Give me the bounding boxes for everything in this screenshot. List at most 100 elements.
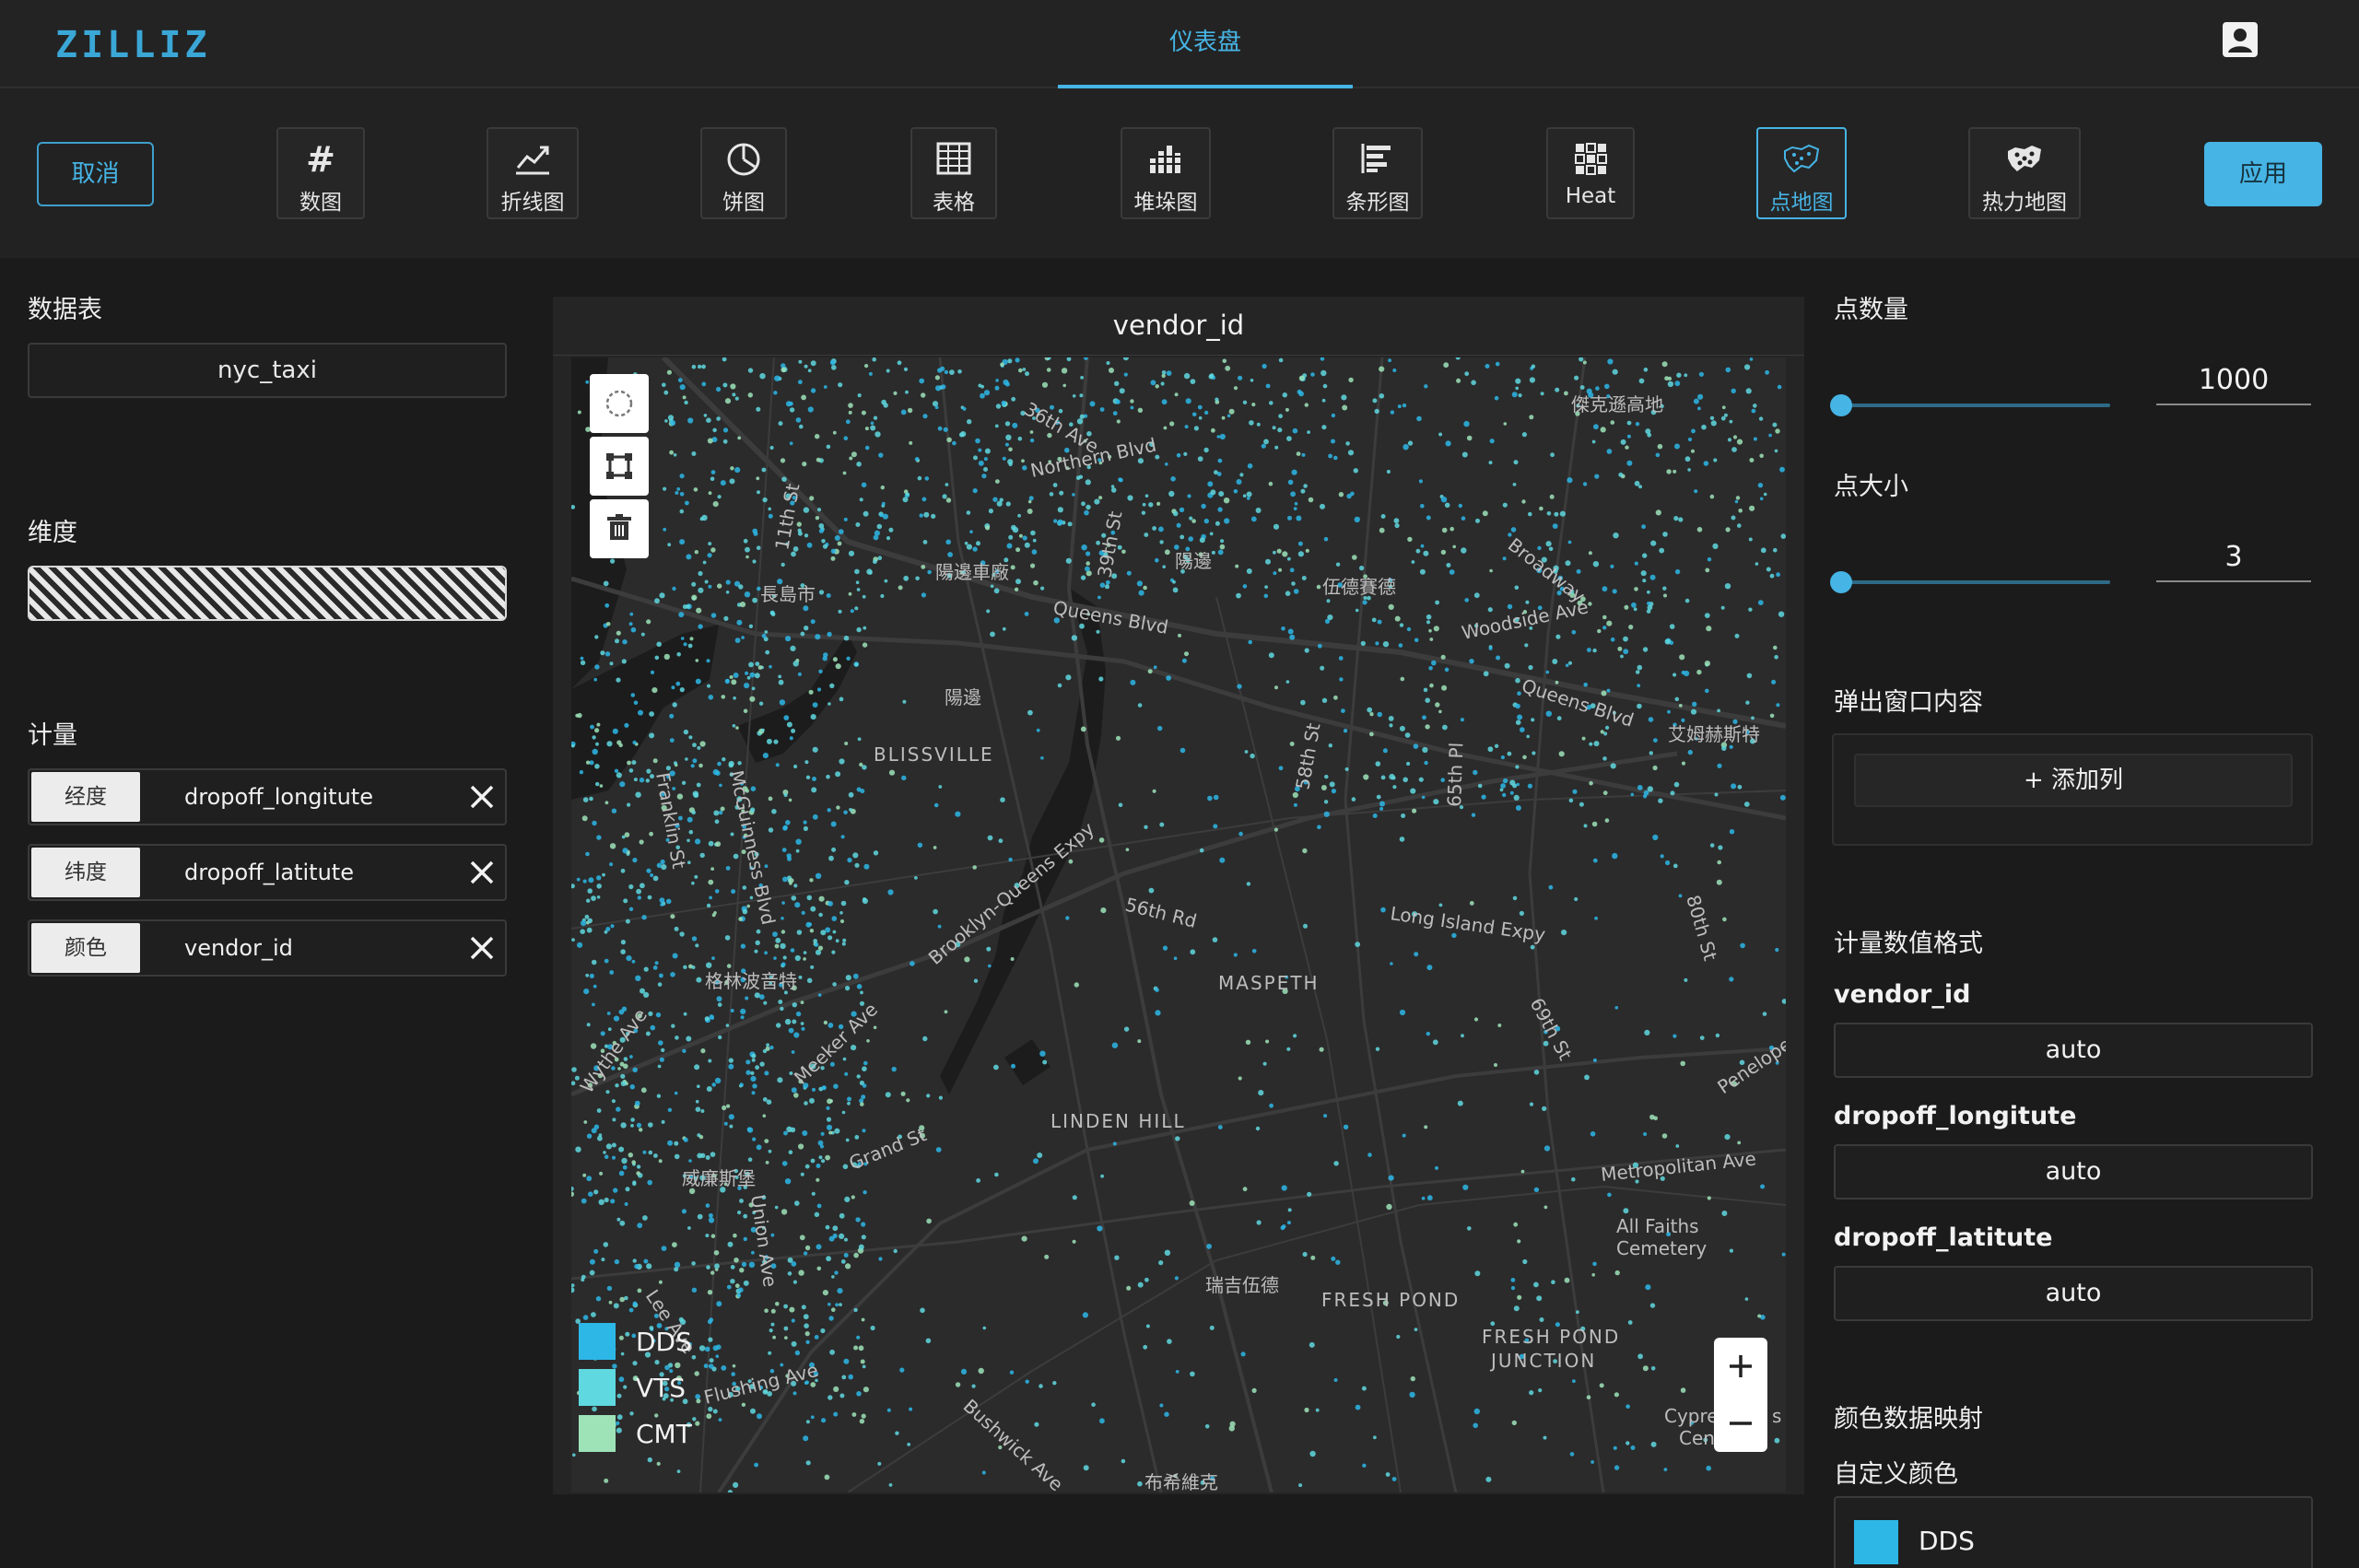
map-point: [576, 877, 581, 882]
map-point: [676, 652, 681, 657]
map-point: [609, 970, 615, 975]
measure-longitude[interactable]: 经度 dropoff_longitute: [28, 768, 507, 825]
account-icon[interactable]: [2223, 22, 2258, 57]
close-icon[interactable]: [466, 857, 498, 888]
chart-type-heat-map[interactable]: 热力地图: [1968, 127, 2081, 219]
color-mapping-title: 颜色数据映射: [1834, 1405, 1983, 1433]
close-icon[interactable]: [466, 781, 498, 813]
measure-color[interactable]: 颜色 vendor_id: [28, 919, 507, 977]
trash-icon[interactable]: [590, 499, 649, 558]
chart-type-stacked[interactable]: 堆垛图: [1121, 127, 1211, 219]
map-point: [1344, 767, 1349, 771]
map-point: [646, 1263, 652, 1270]
custom-color-row[interactable]: DDS: [1834, 1496, 2313, 1568]
map-point: [1175, 1370, 1180, 1374]
map-point: [1539, 1317, 1544, 1322]
legend-item[interactable]: VTS: [579, 1367, 763, 1408]
color-swatch[interactable]: [1854, 1520, 1898, 1564]
map-point: [964, 956, 970, 963]
map-point: [852, 852, 859, 859]
tab-dashboard[interactable]: 仪表盘: [1058, 0, 1353, 88]
map-point: [1445, 440, 1451, 447]
chart-type-number[interactable]: # 数图: [276, 127, 365, 219]
chart-type-heat[interactable]: Heat: [1546, 127, 1635, 219]
slider-thumb[interactable]: [1830, 571, 1852, 593]
slider-thumb[interactable]: [1830, 394, 1852, 416]
map-point: [667, 543, 672, 547]
measure-latitude[interactable]: 纬度 dropoff_latitute: [28, 844, 507, 901]
map-point: [1022, 465, 1027, 471]
map-point: [722, 357, 727, 362]
map-point: [1172, 587, 1179, 593]
map-point: [941, 384, 946, 390]
map-point: [1130, 679, 1136, 685]
map-point: [698, 570, 703, 577]
map-point: [1433, 799, 1439, 805]
map-point: [1329, 781, 1335, 788]
zoom-out-icon[interactable]: [1714, 1395, 1767, 1452]
close-icon[interactable]: [466, 932, 498, 964]
add-column-button[interactable]: + 添加列: [1854, 754, 2293, 807]
map-point: [1269, 1103, 1273, 1108]
map-point: [1382, 641, 1390, 648]
dimension-drop-zone[interactable]: [28, 566, 507, 621]
map-point: [1217, 458, 1223, 463]
cancel-button[interactable]: 取消: [37, 142, 154, 206]
chart-type-line[interactable]: 折线图: [487, 127, 579, 219]
map-point: [1217, 507, 1223, 512]
polygon-select-icon[interactable]: [590, 437, 649, 496]
map-point: [803, 1435, 809, 1442]
map-point: [1435, 600, 1439, 605]
chart-type-bar[interactable]: 条形图: [1332, 127, 1423, 219]
map-point: [1065, 674, 1072, 681]
apply-button[interactable]: 应用: [2204, 142, 2322, 206]
map-point: [1606, 688, 1611, 693]
map-point: [863, 510, 869, 517]
chart-type-pie[interactable]: 饼图: [700, 127, 787, 219]
map-point: [1428, 666, 1433, 671]
map-point: [839, 1233, 845, 1239]
chart-type-point-map[interactable]: 点地图: [1756, 127, 1847, 219]
map-point: [845, 975, 851, 981]
map-point: [737, 436, 742, 440]
map-point: [1025, 371, 1029, 377]
format-select[interactable]: auto: [1834, 1144, 2313, 1199]
format-select[interactable]: auto: [1834, 1023, 2313, 1078]
map-point: [1286, 436, 1292, 441]
map-point: [829, 1099, 833, 1103]
map-label: BLISSVILLE: [874, 743, 994, 766]
map-point: [620, 1073, 626, 1079]
legend-item[interactable]: DDS: [579, 1321, 763, 1362]
map-point: [943, 427, 948, 432]
map-point: [791, 728, 796, 733]
map-point: [1208, 374, 1215, 380]
map-point: [1744, 1297, 1749, 1301]
map-point: [743, 1213, 748, 1219]
map-point: [1310, 1255, 1316, 1260]
legend-item[interactable]: CMT: [579, 1413, 763, 1454]
point-count-input[interactable]: 1000: [2156, 359, 2311, 405]
zilliz-logo[interactable]: ZILLIZ: [55, 24, 211, 66]
map-point: [803, 957, 806, 961]
map-point: [1422, 746, 1428, 754]
circle-select-icon[interactable]: [590, 374, 649, 433]
map-point: [763, 1000, 768, 1005]
zoom-in-icon[interactable]: [1714, 1338, 1767, 1395]
point-size-input[interactable]: 3: [2156, 536, 2311, 582]
map-point: [1280, 1225, 1285, 1231]
map-point: [1766, 567, 1771, 572]
map-point: [1144, 532, 1149, 537]
chart-type-table[interactable]: 表格: [910, 127, 997, 219]
point-count-slider[interactable]: [1830, 394, 2110, 416]
map-point: [1147, 669, 1153, 674]
map-label: 格林波音特: [705, 970, 797, 992]
map-label: All Faiths: [1616, 1215, 1699, 1237]
format-select[interactable]: auto: [1834, 1266, 2313, 1321]
map-point: [863, 863, 870, 870]
map-point: [689, 637, 694, 641]
map-point: [1198, 415, 1203, 420]
map-point: [1261, 443, 1266, 449]
map-point: [1137, 1039, 1142, 1044]
point-size-slider[interactable]: [1830, 571, 2110, 593]
data-table-select[interactable]: nyc_taxi: [28, 343, 507, 398]
